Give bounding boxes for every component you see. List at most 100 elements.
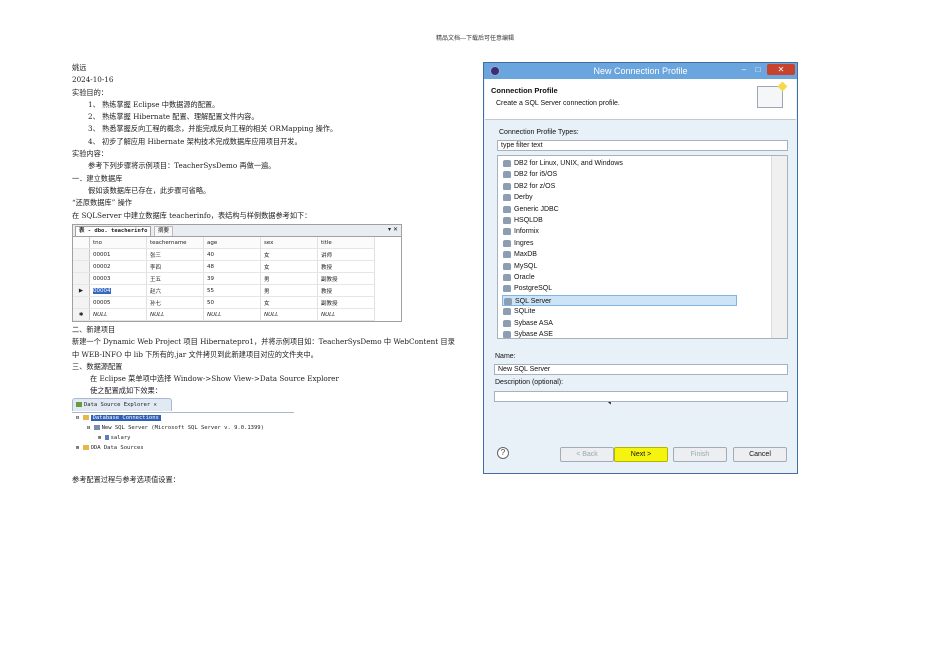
section-heading: 一．建立数据库	[72, 173, 123, 183]
table-cell[interactable]: 孙七	[146, 296, 204, 309]
row-marker: ▶	[73, 284, 90, 297]
column-header[interactable]: teachername	[146, 237, 204, 249]
row-header	[73, 237, 90, 249]
table-cell[interactable]: NULL	[260, 308, 318, 321]
table-cell[interactable]: NULL	[317, 308, 375, 321]
selected-cell[interactable]: 00004	[93, 287, 111, 294]
finish-button[interactable]: Finish	[673, 447, 727, 462]
list-item[interactable]: MaxDB	[502, 249, 737, 260]
table-cell[interactable]: NULL	[203, 308, 261, 321]
list-item-selected[interactable]: SQL Server	[502, 294, 737, 306]
description-input[interactable]	[494, 391, 788, 402]
help-icon[interactable]: ?	[497, 447, 509, 459]
table-row[interactable]: 00001 张三 40 女 讲师	[73, 248, 375, 261]
table-cell[interactable]: 00004	[89, 284, 147, 297]
close-icon[interactable]: ✕	[154, 402, 157, 408]
expand-icon[interactable]: ⊞	[98, 435, 101, 441]
table-cell[interactable]: 39	[203, 272, 261, 285]
table-cell[interactable]: 赵六	[146, 284, 204, 297]
section-heading: 二、新建项目	[72, 325, 116, 334]
list-item[interactable]: PostgreSQL	[502, 283, 737, 294]
profile-types-list[interactable]: DB2 for Linux, UNIX, and Windows DB2 for…	[497, 155, 788, 407]
close-button[interactable]: ✕	[767, 64, 795, 75]
next-button[interactable]: Next >	[614, 447, 668, 462]
table-cell[interactable]: NULL	[146, 308, 204, 321]
expand-icon[interactable]: ⊞	[76, 445, 79, 451]
explorer-tab-label: Data Source Explorer	[84, 402, 151, 408]
tab-table-teacherinfo[interactable]: 表 - dbo. teacherinfo	[75, 226, 152, 236]
list-item[interactable]: DB2 for Linux, UNIX, and Windows	[502, 158, 737, 169]
tab-controls[interactable]: ▾ ✕	[388, 226, 398, 233]
list-item[interactable]: Sybase ASE	[502, 329, 737, 340]
list-item[interactable]: SQLite	[502, 306, 737, 317]
tree-node[interactable]: ⊞ ODA Data Sources	[72, 443, 294, 453]
tree-node[interactable]: ⊟ Database Connections	[72, 413, 294, 423]
filter-input[interactable]: type filter text	[497, 140, 788, 151]
table-cell[interactable]: 55	[203, 284, 261, 297]
table-row[interactable]: ✱ NULL NULL NULL NULL NULL	[73, 308, 375, 321]
table-cell[interactable]: 女	[260, 248, 318, 261]
table-cell[interactable]: NULL	[89, 308, 147, 321]
table-cell[interactable]: 00001	[89, 248, 147, 261]
cancel-button[interactable]: Cancel	[733, 447, 787, 462]
list-item[interactable]: Derby	[502, 192, 737, 203]
paragraph-line: 假如该数据库已存在，此步骤可省略。	[88, 185, 211, 195]
table-cell[interactable]: 王五	[146, 272, 204, 285]
list-item[interactable]: HSQLDB	[502, 215, 737, 226]
table-cell[interactable]: 教授	[317, 284, 375, 297]
table-cell[interactable]: 00005	[89, 296, 147, 309]
name-input[interactable]: New SQL Server	[494, 364, 788, 375]
table-cell[interactable]: 女	[260, 260, 318, 273]
list-item[interactable]: DB2 for z/OS	[502, 181, 737, 192]
table-cell[interactable]: 副教授	[317, 296, 375, 309]
list-item[interactable]: Sybase ASA	[502, 318, 737, 329]
list-item-label: Ingres	[514, 239, 534, 247]
tree-node-label[interactable]: ODA Data Sources	[91, 445, 144, 451]
table-row[interactable]: 00002 李四 48 女 教授	[73, 260, 375, 273]
collapse-icon[interactable]: ⊟	[87, 425, 90, 431]
collapse-icon[interactable]: ⊟	[76, 415, 79, 421]
table-cell[interactable]: 教授	[317, 260, 375, 273]
table-cell[interactable]: 00003	[89, 272, 147, 285]
tree-node[interactable]: ⊟ New SQL Server (Microsoft SQL Server v…	[72, 423, 294, 433]
table-row[interactable]: ▶ 00004 赵六 55 男 教授	[73, 284, 375, 297]
table-cell[interactable]: 40	[203, 248, 261, 261]
dialog-titlebar[interactable]: New Connection Profile – □ ✕	[484, 63, 797, 79]
column-header[interactable]: sex	[260, 237, 318, 249]
list-item[interactable]: Informix	[502, 226, 737, 237]
tree-node-label[interactable]: salary	[111, 435, 131, 441]
maximize-button[interactable]: □	[752, 64, 764, 75]
table-cell[interactable]: 讲师	[317, 248, 375, 261]
list-item[interactable]: Ingres	[502, 238, 737, 249]
list-item[interactable]: MySQL	[502, 261, 737, 272]
table-row[interactable]: 00005 孙七 50 女 副教授	[73, 296, 375, 309]
column-header[interactable]: tno	[89, 237, 147, 249]
table-cell[interactable]: 00002	[89, 260, 147, 273]
table-row[interactable]: 00003 王五 39 男 副教授	[73, 272, 375, 285]
section-heading: 三、数据源配置	[72, 361, 123, 371]
list-item-label: Informix	[514, 228, 539, 236]
table-cell[interactable]: 男	[260, 272, 318, 285]
tree-node-label[interactable]: New SQL Server (Microsoft SQL Server v. …	[102, 425, 264, 431]
table-cell[interactable]: 女	[260, 296, 318, 309]
tree-node[interactable]: ⊞ salary	[72, 433, 294, 443]
list-item[interactable]: DB2 for i5/OS	[502, 169, 737, 180]
table-cell[interactable]: 50	[203, 296, 261, 309]
list-scrollbar[interactable]	[771, 156, 787, 338]
column-header[interactable]: age	[203, 237, 261, 249]
tab-summary[interactable]: 摘要	[154, 226, 174, 236]
table-cell[interactable]: 副教授	[317, 272, 375, 285]
list-item[interactable]: Generic JDBC	[502, 204, 737, 215]
table-cell[interactable]: 男	[260, 284, 318, 297]
minimize-button[interactable]: –	[738, 64, 750, 75]
back-button[interactable]: < Back	[560, 447, 614, 462]
column-header[interactable]: title	[317, 237, 375, 249]
table-cell[interactable]: 李四	[146, 260, 204, 273]
table-cell[interactable]: 48	[203, 260, 261, 273]
list-item-label: Generic JDBC	[514, 205, 559, 213]
tree-node-label[interactable]: Database Connections	[90, 415, 161, 421]
tab-data-source-explorer[interactable]: Data Source Explorer ✕	[72, 398, 172, 411]
table-cell[interactable]: 张三	[146, 248, 204, 261]
list-item[interactable]: Oracle	[502, 272, 737, 283]
database-icon	[104, 435, 109, 440]
